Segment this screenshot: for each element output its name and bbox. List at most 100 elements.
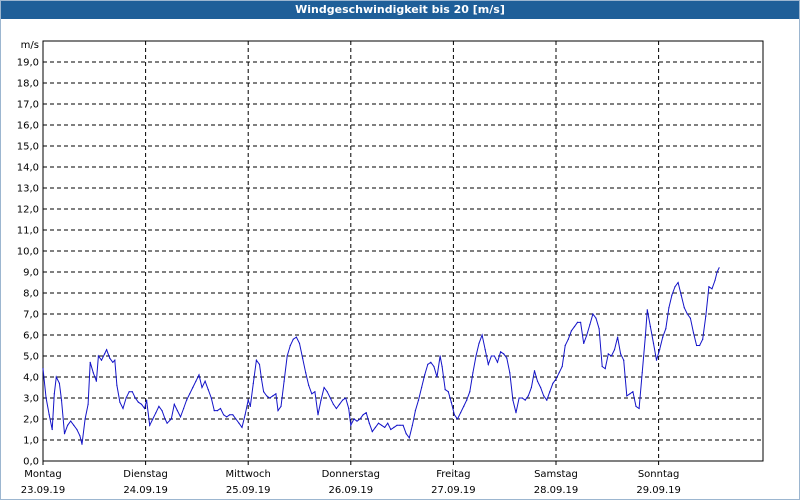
data-point xyxy=(128,391,130,393)
data-point xyxy=(396,424,398,426)
data-point xyxy=(166,422,168,424)
data-point xyxy=(326,391,328,393)
data-point xyxy=(144,407,146,410)
x-tick-date-label: 25.09.19 xyxy=(226,485,271,496)
x-tick-date-label: 24.09.19 xyxy=(123,485,168,496)
data-point xyxy=(60,399,63,401)
data-point xyxy=(674,286,676,288)
data-point xyxy=(665,328,667,330)
y-tick-label: 0,0 xyxy=(23,457,39,468)
y-tick-label: 4,0 xyxy=(23,373,39,384)
data-point xyxy=(686,313,688,315)
data-point xyxy=(356,420,358,422)
data-point xyxy=(371,431,373,433)
data-point xyxy=(515,412,517,414)
data-point xyxy=(255,359,257,361)
y-tick-label: 18,0 xyxy=(17,79,39,90)
data-point xyxy=(393,426,395,428)
data-point xyxy=(536,380,539,382)
data-point xyxy=(450,401,452,403)
data-point xyxy=(238,422,240,424)
data-point xyxy=(125,397,127,399)
data-point xyxy=(342,399,344,401)
data-point xyxy=(345,397,347,399)
data-point xyxy=(226,416,228,418)
data-point xyxy=(247,399,249,401)
data-point xyxy=(652,342,655,344)
data-point xyxy=(63,433,66,435)
data-point xyxy=(207,389,209,391)
data-point xyxy=(173,403,175,405)
data-point xyxy=(338,403,341,405)
x-tick-date-label: 27.09.19 xyxy=(431,485,476,496)
data-point xyxy=(641,372,643,374)
x-tick-day-label: Dienstag xyxy=(123,469,168,480)
data-point xyxy=(210,397,212,399)
x-tick-date-label: 28.09.19 xyxy=(534,485,579,496)
data-point xyxy=(149,424,151,426)
data-point xyxy=(67,424,69,426)
data-point xyxy=(677,281,679,284)
x-tick-day-label: Freitag xyxy=(436,469,470,480)
y-tick-label: 6,0 xyxy=(23,331,39,342)
data-point xyxy=(119,401,121,403)
data-point xyxy=(192,386,194,389)
data-point xyxy=(348,407,350,410)
data-point xyxy=(109,357,111,359)
data-point xyxy=(84,418,86,420)
data-point xyxy=(610,355,613,357)
data-point xyxy=(626,395,628,397)
data-point xyxy=(283,380,285,382)
data-point xyxy=(649,326,652,328)
grid xyxy=(43,41,763,461)
data-point xyxy=(417,399,420,401)
data-point xyxy=(387,422,389,424)
data-point xyxy=(377,422,380,424)
data-point xyxy=(374,426,376,428)
data-point xyxy=(680,294,682,296)
data-point xyxy=(635,405,637,407)
data-point xyxy=(213,410,215,412)
data-point xyxy=(632,391,634,393)
y-tick-label: 1,0 xyxy=(23,436,39,447)
data-point xyxy=(92,372,94,374)
y-tick-label: 10,0 xyxy=(17,247,39,258)
data-point xyxy=(573,326,576,328)
y-tick-label: 14,0 xyxy=(17,163,39,174)
data-point xyxy=(112,361,114,363)
data-point xyxy=(549,391,551,393)
data-point xyxy=(320,399,322,401)
data-point xyxy=(42,368,44,370)
data-point xyxy=(365,412,367,414)
data-point xyxy=(55,376,57,378)
y-tick-label: 8,0 xyxy=(23,289,39,300)
data-point xyxy=(484,349,486,351)
data-point xyxy=(122,407,124,410)
data-point xyxy=(623,359,625,361)
data-point xyxy=(100,359,103,361)
data-point xyxy=(668,307,670,309)
data-point xyxy=(430,361,432,363)
data-point xyxy=(137,401,139,403)
data-point xyxy=(384,426,386,428)
x-tick-day-label: Mittwoch xyxy=(226,469,271,480)
data-point xyxy=(258,363,261,365)
data-point xyxy=(567,338,569,340)
data-point xyxy=(302,357,304,359)
y-tick-label: 12,0 xyxy=(17,205,39,216)
data-point xyxy=(266,395,268,397)
data-point xyxy=(659,349,661,351)
data-point xyxy=(106,349,108,351)
data-point xyxy=(716,271,718,273)
data-point xyxy=(629,393,631,395)
data-point xyxy=(555,378,557,380)
data-point xyxy=(524,399,526,401)
data-point xyxy=(140,403,143,405)
data-point xyxy=(402,424,404,426)
data-point xyxy=(335,407,337,410)
data-point xyxy=(456,418,459,420)
data-point xyxy=(216,410,218,412)
data-point xyxy=(586,334,588,336)
axes xyxy=(42,40,764,465)
data-point xyxy=(561,365,563,368)
